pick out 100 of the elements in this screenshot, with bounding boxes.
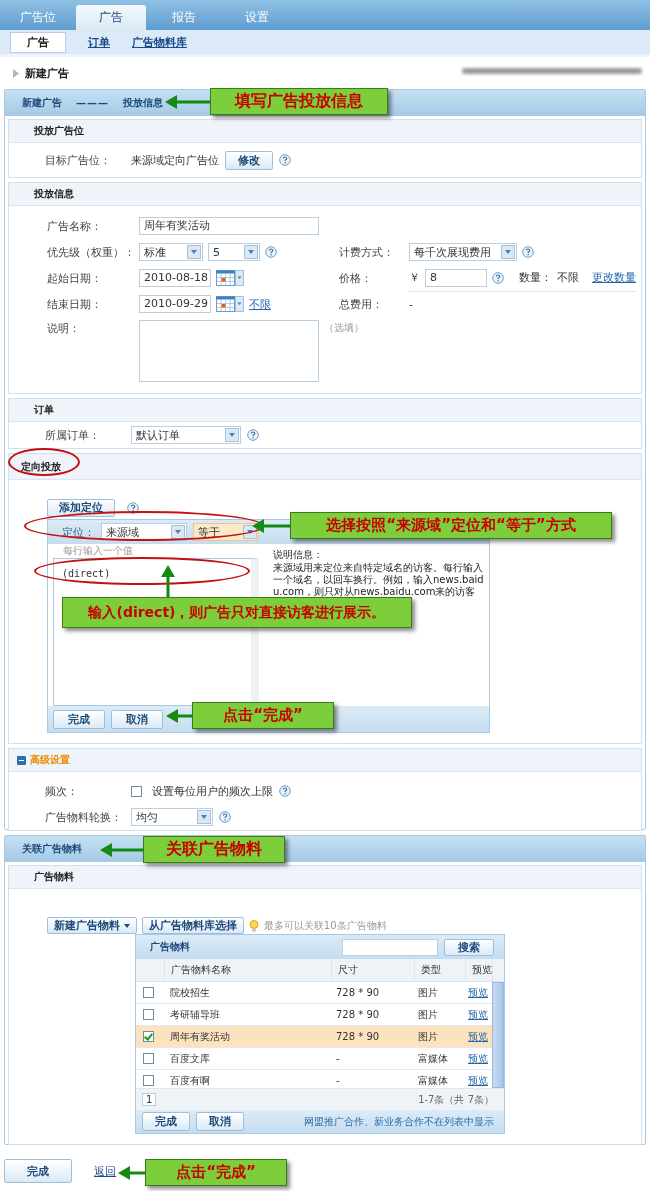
preview-link[interactable]: 预览 <box>468 1030 488 1042</box>
dropdown[interactable]: 默认订单 <box>131 426 241 444</box>
table-cell-text: 考研辅导班 <box>169 1007 221 1022</box>
description-field[interactable] <box>139 320 319 382</box>
checkbox[interactable] <box>142 987 154 998</box>
caret-icon <box>197 810 211 824</box>
field-label: 目标广告位： <box>45 152 112 168</box>
section-title: 高级设置 <box>30 753 70 767</box>
caret-icon <box>501 245 515 259</box>
pointer-arrow <box>166 709 192 723</box>
section-title: 订单 <box>34 403 54 417</box>
table-cell-text: 728 * 90 <box>335 987 381 998</box>
help-icon[interactable] <box>127 501 139 514</box>
help-icon[interactable] <box>219 811 231 823</box>
help-icon[interactable] <box>279 785 291 797</box>
field-value: 来源域定向广告位 <box>131 152 219 168</box>
highlight-ellipse <box>8 448 80 476</box>
caret-icon <box>243 525 257 539</box>
pointer-arrow <box>165 95 210 109</box>
column-header: 类型 <box>415 959 466 981</box>
help-icon[interactable] <box>492 271 504 284</box>
caret-icon <box>171 525 185 539</box>
breadcrumb-separator: ——— <box>76 97 109 109</box>
table-cell-text: 周年有奖活动 <box>169 1029 231 1044</box>
preview-link[interactable]: 预览 <box>468 1074 488 1086</box>
search-button[interactable]: 搜索 <box>444 938 494 956</box>
new-material-button[interactable]: 新建广告物料 <box>47 917 137 934</box>
checkbox[interactable] <box>131 785 142 797</box>
field-label: 所属订单： <box>45 427 101 443</box>
cancel-button[interactable]: 取消 <box>196 1112 244 1131</box>
pointer-arrow <box>252 519 290 533</box>
help-icon[interactable] <box>265 246 277 258</box>
preview-link[interactable]: 预览 <box>468 1052 488 1064</box>
callout-tooltip: 点击“完成” <box>145 1159 287 1186</box>
preview-link[interactable]: 预览 <box>468 1008 488 1020</box>
add-targeting-button[interactable]: 添加定位 <box>47 498 115 517</box>
breadcrumb-step: 新建广告 <box>22 96 62 110</box>
section-title: 定向投放 <box>21 459 61 474</box>
dropdown[interactable]: 5 <box>208 243 260 261</box>
sub-nav-tab[interactable]: 广告 <box>10 31 66 53</box>
done-button[interactable]: 完成 <box>4 1159 72 1183</box>
checkbox[interactable] <box>142 1053 154 1064</box>
unlimited-link[interactable]: 不限 <box>249 296 271 312</box>
sub-nav-tab[interactable]: 订单 <box>88 32 110 52</box>
field-value: - <box>409 297 413 311</box>
name-field[interactable]: 周年有奖活动 <box>139 217 319 235</box>
calendar-icon[interactable] <box>216 270 244 286</box>
table-title: 广告物料 <box>150 940 191 954</box>
table-cell-text: 图片 <box>417 1007 439 1022</box>
cancel-button[interactable]: 取消 <box>111 709 163 729</box>
note-text: 网盟推广合作、新业务合作不在列表中显示 <box>304 1114 494 1129</box>
done-button[interactable]: 完成 <box>53 709 105 729</box>
checkbox[interactable] <box>142 1009 154 1020</box>
lightbulb-icon <box>248 919 259 932</box>
field-label: 结束日期： <box>47 296 103 312</box>
table-row-selected[interactable]: 周年有奖活动 728 * 90 图片 预览 <box>136 1026 492 1048</box>
edit-button[interactable]: 修改 <box>225 150 273 170</box>
dropdown[interactable]: 每千次展现费用 <box>409 243 517 261</box>
help-icon[interactable] <box>522 246 534 258</box>
preview-link[interactable]: 预览 <box>468 986 488 998</box>
table-cell-text: 富媒体 <box>417 1051 449 1066</box>
checkbox-label: 设置每位用户的频次上限 <box>152 783 273 799</box>
currency-sign: ￥ <box>409 270 420 285</box>
field-label: 起始日期： <box>47 270 103 286</box>
date-field[interactable]: 2010-09-29 <box>139 295 211 313</box>
callout-tooltip: 关联广告物料 <box>143 836 285 863</box>
table-cell-text: 百度有啊 <box>169 1073 211 1088</box>
dropdown[interactable]: 均匀 <box>131 808 213 826</box>
column-header: 预览 <box>466 959 493 981</box>
collapse-icon[interactable] <box>17 755 26 765</box>
pointer-arrow <box>161 565 175 597</box>
calendar-icon[interactable] <box>216 296 244 312</box>
dropdown[interactable]: 标准 <box>139 243 203 261</box>
checkbox[interactable] <box>142 1075 154 1086</box>
page-number[interactable]: 1 <box>142 1093 157 1106</box>
nav-tab[interactable]: 广告 <box>76 5 146 30</box>
done-button[interactable]: 完成 <box>142 1112 190 1131</box>
checkbox[interactable] <box>142 1031 154 1042</box>
triangle-icon <box>13 68 19 78</box>
table-row[interactable]: 百度文库 - 富媒体 预览 <box>136 1048 492 1070</box>
search-field[interactable] <box>342 938 438 956</box>
field-label: 广告物料轮换： <box>45 809 123 825</box>
table-cell-text: 图片 <box>417 985 439 1000</box>
pointer-arrow <box>118 1166 145 1180</box>
table-row[interactable]: 院校招生 728 * 90 图片 预览 <box>136 982 492 1004</box>
change-quantity-link[interactable]: 更改数量 <box>592 270 636 285</box>
dropdown[interactable]: 等于 <box>193 523 259 541</box>
help-icon[interactable] <box>279 154 291 166</box>
pointer-arrow <box>100 843 143 857</box>
scrollbar[interactable] <box>492 982 504 1088</box>
help-icon[interactable] <box>247 429 259 441</box>
field-label: 价格： <box>339 270 373 286</box>
library-button[interactable]: 从广告物料库选择 <box>141 917 244 934</box>
date-field[interactable]: 2010-08-18 <box>139 269 211 287</box>
panel-title: 关联广告物料 <box>22 842 82 856</box>
field-value: 不限 <box>557 270 579 285</box>
price-field[interactable]: 8 <box>425 268 487 287</box>
column-header: 尺寸 <box>332 959 415 981</box>
sub-nav-tab[interactable]: 广告物料库 <box>132 32 187 52</box>
back-link[interactable]: 返回 <box>94 1163 116 1179</box>
